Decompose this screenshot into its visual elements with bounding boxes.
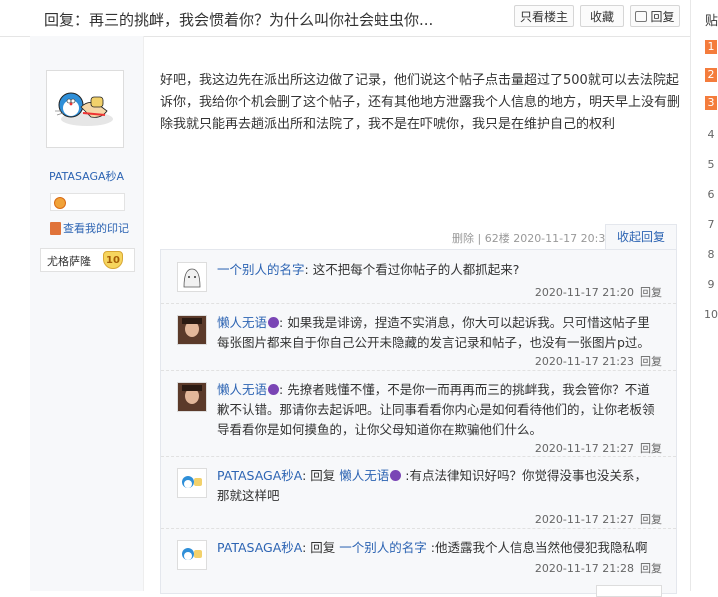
rank-number[interactable]: 5 [705,158,717,172]
list-item: PATASAGA秒A: 回复 懒人无语 :有点法律知识好吗？你觉得没事也没关系，… [161,456,676,529]
reply-time: 2020-11-17 21:28 [534,562,634,575]
rank-number[interactable]: 1 [705,40,717,54]
reply-body: 这不把每个看过你帖子的人都抓起来? [308,262,520,277]
list-item: 一个别人的名字: 这不把每个看过你帖子的人都抓起来? 2020-11-17 21… [161,250,676,304]
reply-avatar[interactable] [177,540,207,570]
devil-emoji-icon [268,317,280,328]
devil-emoji-icon [390,470,402,481]
reply-prefix: : 回复 [302,540,340,555]
reply-time: 2020-11-17 21:27 [534,513,634,526]
rank-number[interactable]: 4 [705,128,717,142]
sidebar-title: 贴 [705,14,718,29]
reply-button[interactable]: 回复 [630,5,680,27]
reply-to-button[interactable]: 回复 [640,513,662,526]
devil-emoji-icon [268,384,280,395]
reply-to-button[interactable]: 回复 [640,442,662,455]
rank-number[interactable]: 7 [705,218,717,232]
reply-avatar[interactable] [177,382,207,412]
reply-meta: 2020-11-17 21:27 回复 [535,440,662,456]
thread-title: 回复：再三的挑衅，我会惯着你？为什么叫你社会蛀虫你... [44,11,434,29]
rank-number[interactable]: 10 [703,308,718,322]
flame-icon [54,197,66,209]
rank-number[interactable]: 6 [705,188,717,202]
ghost-avatar-icon [178,263,206,291]
reply-avatar[interactable] [177,262,207,292]
post-content: 好吧，我这边先在派出所这边做了记录，他们说这个帖子点击量超过了500就可以去法院… [160,73,681,132]
collapse-replies-button[interactable]: 收起回复 [605,224,677,249]
photo-avatar-icon [178,383,206,411]
reply-username[interactable]: 懒人无语 [217,315,267,330]
reply-time: 2020-11-17 21:27 [534,442,634,455]
reply-username[interactable]: PATASAGA秒A [217,468,302,483]
add-reply-button[interactable] [596,585,662,597]
hot-rank-sidebar: 贴 1 2 3 4 5 6 7 8 9 10 [690,0,718,591]
fan-badge[interactable] [50,193,125,211]
reply-avatar[interactable] [177,315,207,345]
rank-number[interactable]: 9 [705,278,717,292]
reply-to-button[interactable]: 回复 [640,355,662,368]
reply-time: 2020-11-17 21:20 [534,286,634,299]
reply-body: 先撩者贱懂不懂，不是你一而再再而三的挑衅我，我会管你？不道歉不认错。那请你去起诉… [217,382,655,437]
view-marks-label: 查看我的印记 [63,222,129,235]
post-meta: 删除 | 62楼 2020-11-17 20:36 [452,232,613,245]
level-shield-icon: 10 [103,251,123,269]
reply-username[interactable]: 一个别人的名字 [217,262,305,277]
photo-avatar-icon [178,316,206,344]
reply-to-button[interactable]: 回复 [640,562,662,575]
list-item: 懒人无语: 先撩者贱懂不懂，不是你一而再再而三的挑衅我，我会管你？不道歉不认错。… [161,370,676,457]
thread-header: 回复：再三的挑衅，我会惯着你？为什么叫你社会蛀虫你... 只看楼主 收藏 回复 [0,0,690,37]
reply-body: :他透露我个人信息当然他侵犯我隐私啊 [426,540,648,555]
reply-text: 一个别人的名字: 这不把每个看过你帖子的人都抓起来? [217,260,657,280]
reply-list: 一个别人的名字: 这不把每个看过你帖子的人都抓起来? 2020-11-17 21… [160,249,677,594]
rank-number[interactable]: 8 [705,248,717,262]
level-name: 尤格萨隆 [47,255,91,268]
doraemon-avatar-icon [178,469,206,497]
reply-text: 懒人无语: 先撩者贱懂不懂，不是你一而再再而三的挑衅我，我会管你？不道歉不认错。… [217,380,657,440]
only-op-button[interactable]: 只看楼主 [514,5,574,27]
reply-meta: 2020-11-17 21:23 回复 [535,353,662,369]
reply-meta: 2020-11-17 21:28 回复 [535,560,662,576]
list-item: 懒人无语: 如果我是诽谤，捏造不实消息，你大可以起诉我。只可惜这帖子里每张图片都… [161,303,676,371]
author-name[interactable]: PATASAGA秒A [30,168,143,184]
favorite-button[interactable]: 收藏 [580,5,624,27]
reply-meta: 2020-11-17 21:27 回复 [535,511,662,527]
doraemon-avatar-icon [47,71,123,147]
reply-text: 懒人无语: 如果我是诽谤，捏造不实消息，你大可以起诉我。只可惜这帖子里每张图片都… [217,313,657,353]
reply-meta: 2020-11-17 21:20 回复 [535,284,662,300]
doraemon-avatar-icon [178,541,206,569]
author-avatar[interactable] [46,70,124,148]
reply-avatar[interactable] [177,468,207,498]
reply-text: PATASAGA秒A: 回复 一个别人的名字 :他透露我个人信息当然他侵犯我隐私… [217,538,657,558]
reply-prefix: : 回复 [302,468,340,483]
rank-number[interactable]: 2 [705,68,717,82]
rank-number[interactable]: 3 [705,96,717,110]
list-item: PATASAGA秒A: 回复 一个别人的名字 :他透露我个人信息当然他侵犯我隐私… [161,528,676,582]
author-panel: PATASAGA秒A 查看我的印记 尤格萨隆 10 [30,36,144,591]
reply-username[interactable]: PATASAGA秒A [217,540,302,555]
view-marks-link[interactable]: 查看我的印记 [50,220,129,236]
reply-username[interactable]: 懒人无语 [217,382,267,397]
book-icon [50,222,61,235]
reply-target-username[interactable]: 一个别人的名字 [339,540,427,555]
level-badge[interactable]: 尤格萨隆 10 [40,248,135,272]
reply-time: 2020-11-17 21:23 [534,355,634,368]
reply-button-label: 回复 [650,10,675,24]
reply-target-username[interactable]: 懒人无语 [339,468,389,483]
reply-to-button[interactable]: 回复 [640,286,662,299]
reply-text: PATASAGA秒A: 回复 懒人无语 :有点法律知识好吗？你觉得没事也没关系，… [217,466,657,506]
reply-icon [635,11,648,22]
